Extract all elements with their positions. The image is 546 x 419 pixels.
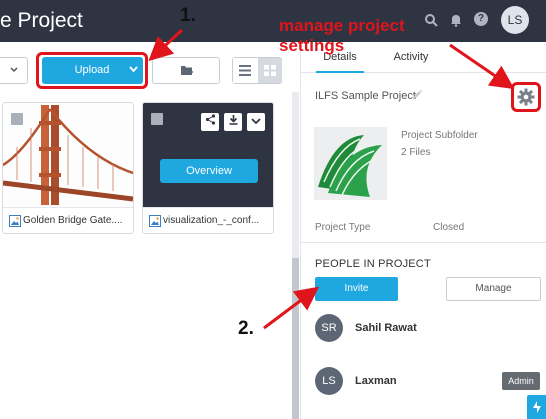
scrollbar[interactable] <box>292 92 299 419</box>
grid-view-button[interactable] <box>258 58 282 83</box>
app-root: e Project ? LS Upload Golden Bridge Gate… <box>0 0 546 419</box>
annotation-step-1: 1. <box>180 5 196 26</box>
select-checkbox[interactable] <box>151 113 163 125</box>
annotation-settings-note: manage project settings <box>279 16 405 55</box>
view-toggle <box>232 57 282 84</box>
invite-button[interactable]: Invite <box>315 277 398 301</box>
subfolder-thumbnail[interactable] <box>314 127 387 200</box>
project-name: ILFS Sample Project <box>315 90 416 102</box>
manage-button[interactable]: Manage <box>446 277 541 301</box>
member-avatar: SR <box>315 314 343 342</box>
folder-add-icon <box>181 66 193 75</box>
page-title: e Project <box>0 9 83 32</box>
project-type-value: Closed <box>433 222 465 233</box>
download-icon[interactable] <box>224 113 242 131</box>
file-name: Golden Bridge Gate.... <box>23 215 123 226</box>
member-name: Laxman <box>355 375 397 387</box>
file-card[interactable]: Overview visualization_-_conf... <box>142 102 274 234</box>
help-launcher-button[interactable] <box>527 395 546 419</box>
divider <box>301 242 546 243</box>
new-folder-button[interactable] <box>152 57 220 84</box>
file-name-bar: Golden Bridge Gate.... <box>3 207 133 233</box>
scrollbar-thumb[interactable] <box>292 258 299 419</box>
share-icon[interactable] <box>201 113 219 131</box>
project-type-label: Project Type <box>315 222 371 233</box>
bell-icon[interactable] <box>449 13 463 27</box>
subfolder-file-count: 2 Files <box>401 147 431 158</box>
list-view-icon <box>239 65 251 76</box>
file-name-bar: visualization_-_conf... <box>143 207 273 233</box>
top-bar: e Project ? LS <box>0 0 546 42</box>
grid-view-icon <box>264 65 276 76</box>
gear-icon[interactable] <box>517 88 535 106</box>
help-icon[interactable]: ? <box>474 12 488 26</box>
member-row[interactable]: SR Sahil Rawat <box>315 314 545 344</box>
member-avatar: LS <box>315 367 343 395</box>
upload-button[interactable]: Upload <box>42 57 143 84</box>
chevron-down-icon[interactable] <box>247 113 265 131</box>
admin-badge: Admin <box>502 372 540 390</box>
people-heading: PEOPLE IN PROJECT <box>315 258 431 270</box>
overview-button[interactable]: Overview <box>160 159 258 183</box>
member-name: Sahil Rawat <box>355 322 417 334</box>
details-panel: Details Activity ILFS Sample Project Pro… <box>300 42 546 419</box>
user-avatar[interactable]: LS <box>501 6 529 34</box>
image-file-icon <box>149 215 161 227</box>
image-file-icon <box>9 215 21 227</box>
file-name: visualization_-_conf... <box>163 215 260 226</box>
list-view-button[interactable] <box>233 58 257 83</box>
chevron-down-icon <box>10 65 18 76</box>
upload-label: Upload <box>74 64 110 76</box>
pencil-icon[interactable] <box>411 89 423 101</box>
file-card[interactable]: Golden Bridge Gate.... <box>2 102 134 234</box>
subfolder-name[interactable]: Project Subfolder <box>401 130 478 141</box>
bolt-icon <box>533 401 541 413</box>
annotation-step-2: 2. <box>238 318 254 339</box>
select-checkbox[interactable] <box>11 113 23 125</box>
filter-dropdown[interactable] <box>0 57 28 84</box>
chevron-down-icon[interactable] <box>126 57 140 84</box>
